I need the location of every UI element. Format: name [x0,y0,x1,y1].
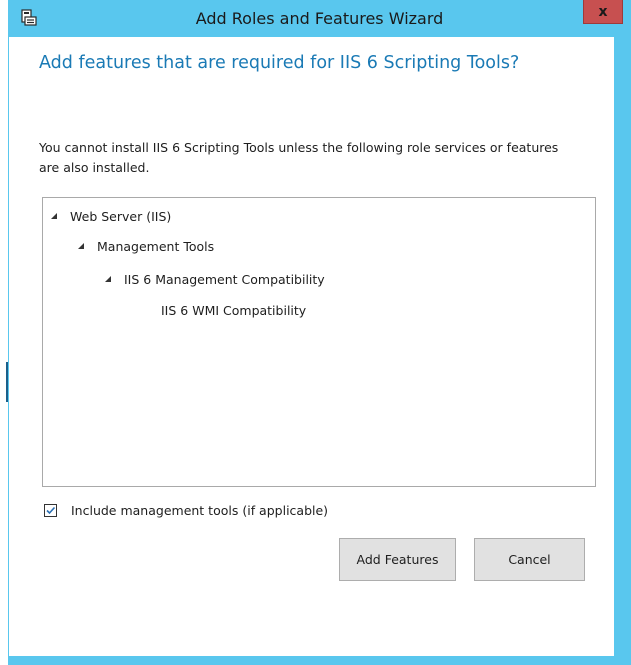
close-button[interactable]: x [583,0,623,24]
tree-item-label: IIS 6 WMI Compatibility [161,302,307,318]
checkmark-icon [46,506,56,514]
tree-item-iis6-wmi-compat[interactable]: IIS 6 WMI Compatibility [161,299,306,321]
include-management-tools-label: Include management tools (if applicable) [71,502,329,518]
background-edge [0,0,8,665]
window-title: Add Roles and Features Wizard [195,9,444,28]
tree-item-management-tools[interactable]: Management Tools [78,235,214,257]
include-management-tools-checkbox[interactable] [44,503,57,517]
required-features-tree[interactable]: Web Server (IIS) Management Tools IIS 6 … [42,197,596,487]
dialog-description: You cannot install IIS 6 Scripting Tools… [39,140,559,175]
close-icon: x [598,3,608,20]
tree-item-label: Management Tools [97,238,215,254]
tree-item-label: Web Server (IIS) [70,208,172,224]
collapse-arrow-icon[interactable] [78,243,84,249]
cancel-button[interactable]: Cancel [474,538,585,581]
screen: Add Roles and Features Wizard x Add feat… [0,0,631,665]
tree-item-label: IIS 6 Management Compatibility [124,271,325,287]
include-management-tools-row[interactable]: Include management tools (if applicable) [44,500,328,520]
tree-item-iis6-management-compat[interactable]: IIS 6 Management Compatibility [105,268,325,290]
add-features-button[interactable]: Add Features [339,538,456,581]
collapse-arrow-icon[interactable] [51,213,57,219]
dialog-heading: Add features that are required for IIS 6… [39,53,520,73]
title-bar[interactable]: Add Roles and Features Wizard x [8,0,631,37]
tree-item-web-server[interactable]: Web Server (IIS) [51,205,171,227]
collapse-arrow-icon[interactable] [105,276,111,282]
